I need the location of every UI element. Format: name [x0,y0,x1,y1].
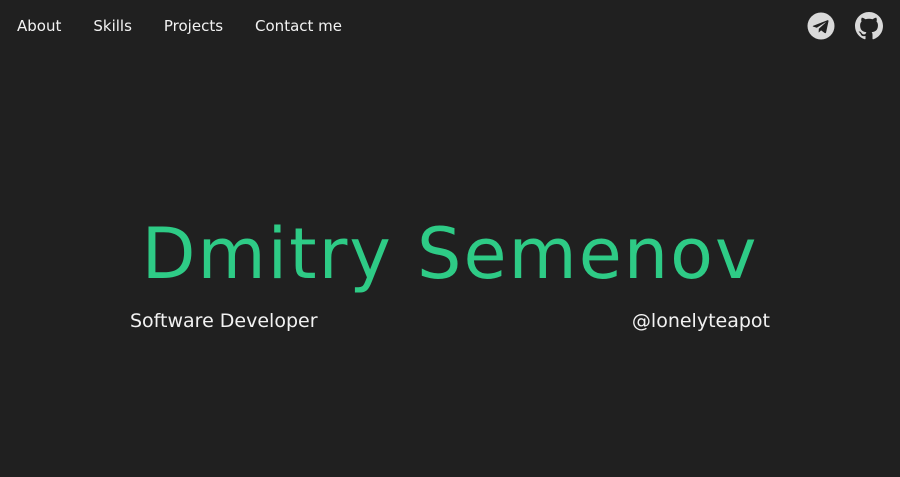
social-links [787,12,883,40]
telegram-icon[interactable] [807,12,835,40]
nav-link-projects[interactable]: Projects [164,16,223,36]
hero-role: Software Developer [130,310,318,332]
nav-link-about[interactable]: About [17,16,61,36]
github-icon[interactable] [855,12,883,40]
hero-name: Dmitry Semenov [141,213,759,295]
hero-handle: @lonelyteapot [631,310,770,332]
hero: Dmitry Semenov Software Developer @lonel… [130,206,770,334]
nav-links: About Skills Projects Contact me [17,16,342,36]
hero-subtitle-row: Software Developer @lonelyteapot [130,308,770,334]
nav-link-skills[interactable]: Skills [93,16,132,36]
navbar: About Skills Projects Contact me [0,0,900,54]
nav-link-contact-me[interactable]: Contact me [255,16,342,36]
